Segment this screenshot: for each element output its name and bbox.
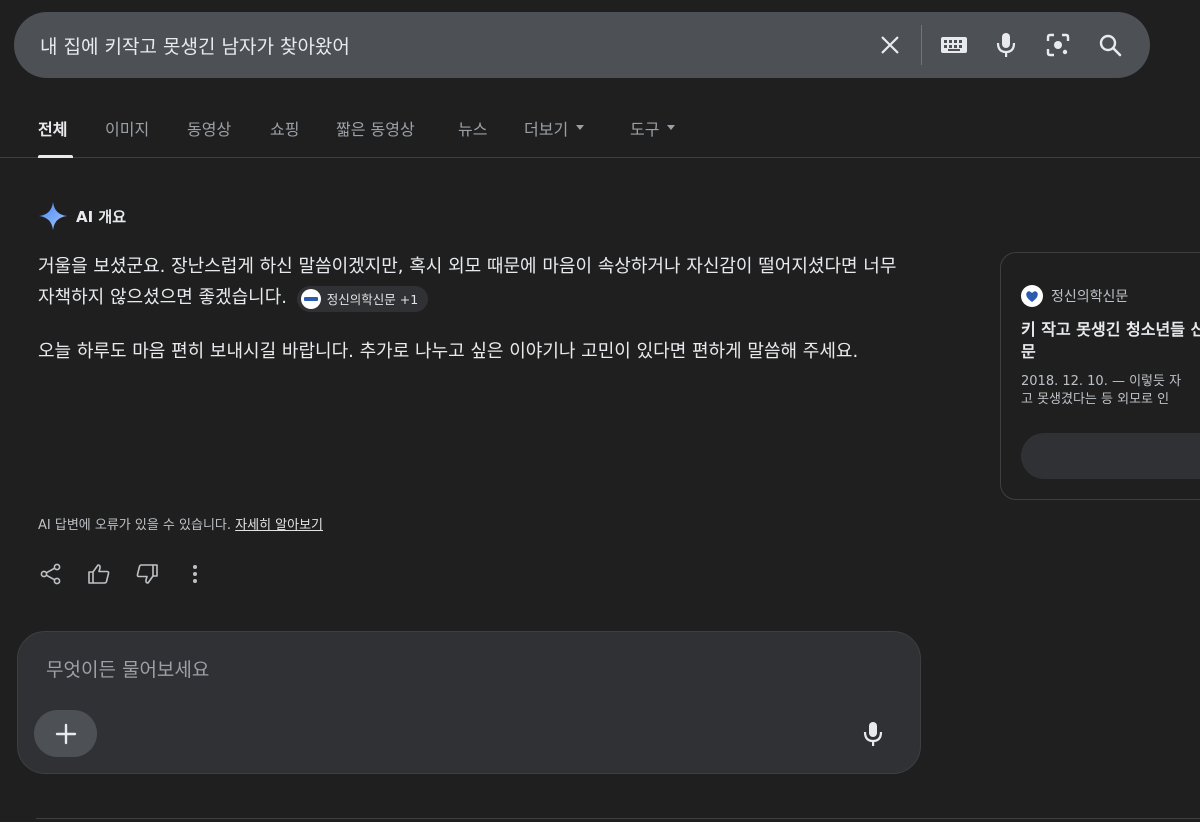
ai-overview-title: AI 개요 <box>76 207 127 226</box>
chevron-down-icon <box>576 125 585 130</box>
chevron-down-icon <box>667 125 676 130</box>
ai-disclaimer-text: AI 답변에 오류가 있을 수 있습니다. <box>38 518 232 533</box>
search-query-text[interactable]: 내 집에 키작고 못생긴 남자가 찾아왔어 <box>40 12 350 78</box>
ai-paragraph-1-text: 거울을 보셨군요. 장난스럽게 하신 말씀이겠지만, 혹시 외모 때문에 마음이… <box>38 256 897 308</box>
close-icon[interactable] <box>874 29 906 61</box>
ask-microphone-icon[interactable] <box>856 716 890 752</box>
tab-shopping[interactable]: 쇼핑 <box>270 116 299 158</box>
thumbs-down-icon[interactable] <box>132 558 162 590</box>
site-logo-icon <box>1021 285 1043 307</box>
bottom-divider <box>36 818 1200 819</box>
card-site: 정신의학신문 <box>1021 285 1128 307</box>
source-chip[interactable]: 정신의학신문 +1 <box>296 286 429 312</box>
card-snippet: 2018. 12. 10. — 이렇듯 자 고 못생겼다는 등 외모로 인 <box>1021 373 1200 409</box>
tab-all[interactable]: 전체 <box>38 116 73 158</box>
lens-icon[interactable] <box>1042 29 1074 61</box>
source-logo-icon <box>300 289 321 309</box>
tab-videos[interactable]: 동영상 <box>187 116 231 158</box>
card-snippet-line-1: 2018. 12. 10. — 이렇듯 자 <box>1021 374 1182 389</box>
search-tabs: 전체 이미지 동영상 쇼핑 짧은 동영상 뉴스 더보기 도구 <box>0 104 1200 158</box>
add-button[interactable] <box>34 710 97 757</box>
thumbs-up-icon[interactable] <box>84 558 114 590</box>
card-site-name: 정신의학신문 <box>1051 289 1129 305</box>
source-card[interactable]: 정신의학신문 키 작고 못생긴 청소년들 신의학신문 2018. 12. 10.… <box>1000 252 1200 500</box>
tab-news[interactable]: 뉴스 <box>458 116 487 158</box>
ai-overview-paragraph-2: 오늘 하루도 마음 편히 보내시길 바랍니다. 추가로 나누고 싶은 이야기나 … <box>38 341 859 362</box>
ask-box <box>17 631 921 774</box>
keyboard-icon[interactable] <box>938 29 970 61</box>
ai-overview-header: AI 개요 <box>38 200 126 232</box>
learn-more-link[interactable]: 자세히 알아보기 <box>235 518 323 533</box>
card-title[interactable]: 키 작고 못생긴 청소년들 신의학신문 <box>1021 319 1200 363</box>
tab-images[interactable]: 이미지 <box>105 116 149 158</box>
search-bar[interactable]: 내 집에 키작고 못생긴 남자가 찾아왔어 <box>14 12 1150 78</box>
share-icon[interactable] <box>36 558 66 590</box>
search-bar-divider <box>921 25 922 65</box>
ai-overview-paragraph-1: 거울을 보셨군요. 장난스럽게 하신 말씀이겠지만, 혹시 외모 때문에 마음이… <box>38 251 910 313</box>
tab-more[interactable]: 더보기 <box>524 116 585 158</box>
tab-tools-label: 도구 <box>630 120 660 139</box>
sparkle-icon <box>39 202 67 230</box>
plus-icon <box>55 723 76 744</box>
more-vert-icon[interactable] <box>180 558 210 590</box>
tab-short-videos[interactable]: 짧은 동영상 <box>336 116 415 158</box>
ask-input[interactable] <box>44 656 844 684</box>
tab-more-label: 더보기 <box>524 120 569 139</box>
microphone-icon[interactable] <box>990 29 1022 61</box>
ai-disclaimer: AI 답변에 오류가 있을 수 있습니다. 자세히 알아보기 <box>38 514 323 533</box>
source-chip-label: 정신의학신문 +1 <box>326 291 419 307</box>
tab-tools[interactable]: 도구 <box>630 116 676 158</box>
search-icon[interactable] <box>1094 29 1126 61</box>
card-action-pill[interactable] <box>1021 433 1200 479</box>
card-snippet-line-2: 고 못생겼다는 등 외모로 인 <box>1021 392 1170 407</box>
